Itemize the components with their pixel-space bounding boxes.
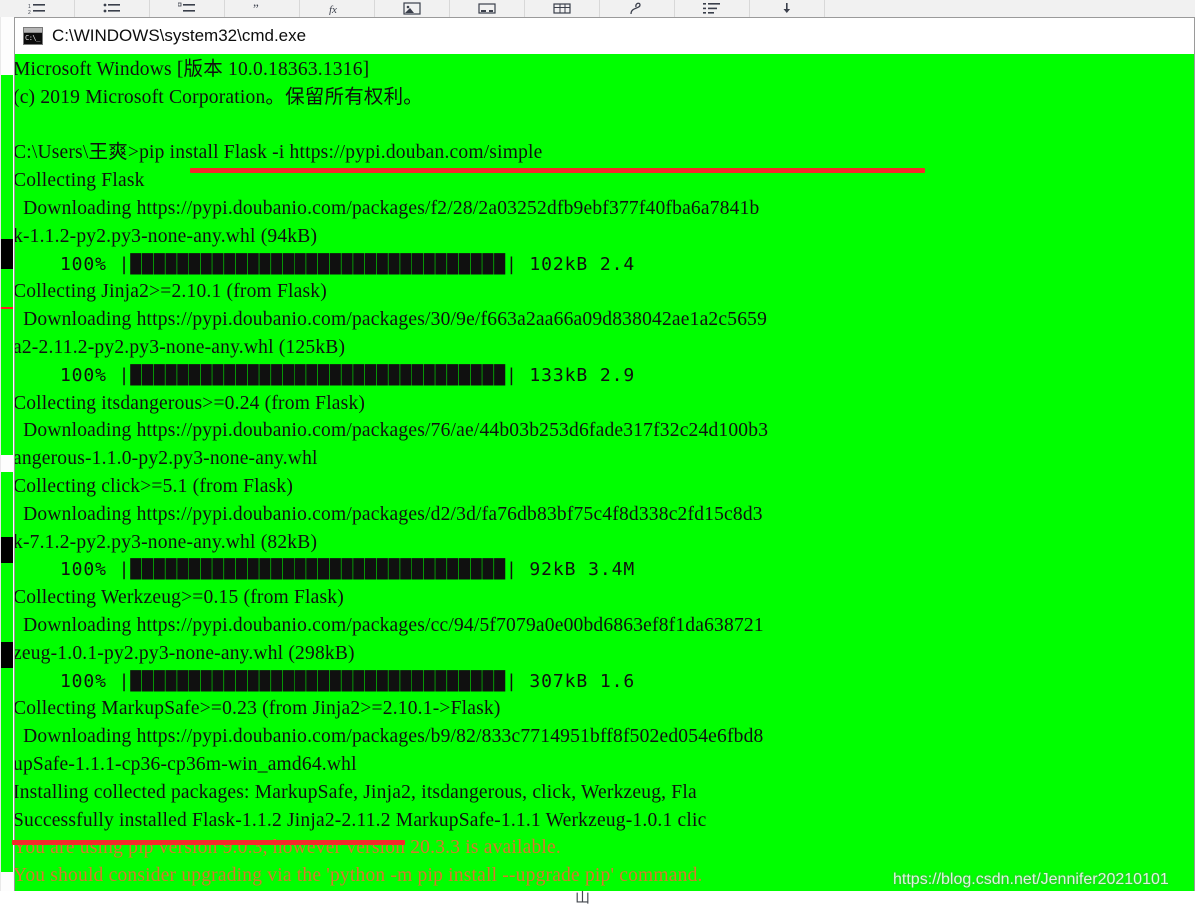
console-line: upSafe-1.1.1-cp36-cp36m-win_amd64.whl [15, 753, 357, 775]
outline-icon[interactable] [675, 0, 750, 17]
console-line: 100% |████████████████████████████████| … [15, 559, 636, 581]
svg-text:”: ” [253, 2, 259, 15]
document-editor-toolbar[interactable]: 12 ” fx [0, 0, 1195, 18]
formula-icon[interactable]: fx [300, 0, 375, 17]
console-line: Collecting itsdangerous>=0.24 (from Flas… [15, 392, 366, 414]
warning-red-underline-annotation [12, 840, 405, 845]
bulleted-list-icon[interactable] [75, 0, 150, 17]
svg-text:fx: fx [329, 4, 337, 15]
console-line: Downloading https://pypi.doubanio.com/pa… [15, 197, 760, 219]
console-line: Downloading https://pypi.doubanio.com/pa… [15, 614, 764, 636]
cmd-title-bar[interactable]: C:\_ C:\WINDOWS\system32\cmd.exe [15, 18, 1194, 54]
console-line: Collecting Werkzeug>=0.15 (from Flask) [15, 587, 344, 609]
console-line: k-7.1.2-py2.py3-none-any.whl (82kB) [15, 531, 318, 553]
strip-black-3 [1, 642, 13, 668]
strip-green-2 [1, 472, 13, 872]
insert-object-icon[interactable] [450, 0, 525, 17]
console-line: Microsoft Windows [版本 10.0.18363.1316] [15, 59, 370, 80]
console-line: 100% |████████████████████████████████| … [15, 253, 636, 275]
screenshot-root: 12 ” fx 山 C:\_ C:\WINDOWS\system32\cmd.e… [0, 0, 1195, 905]
console-line: Downloading https://pypi.doubanio.com/pa… [15, 726, 764, 748]
cmd-window-title: C:\WINDOWS\system32\cmd.exe [52, 26, 307, 45]
console-line: Collecting Flask [15, 170, 145, 192]
console-line: angerous-1.1.0-py2.py3-none-any.whl [15, 448, 318, 470]
console-line: Collecting MarkupSafe>=0.23 (from Jinja2… [15, 698, 501, 720]
console-line: k-1.1.2-py2.py3-none-any.whl (94kB) [15, 225, 318, 247]
console-text: Microsoft Windows [版本 10.0.18363.1316] (… [15, 56, 768, 890]
strip-black-1 [1, 239, 13, 269]
console-line: zeug-1.0.1-py2.py3-none-any.whl (298kB) [15, 642, 355, 664]
console-line: 100% |████████████████████████████████| … [15, 364, 636, 386]
console-line: a2-2.11.2-py2.py3-none-any.whl (125kB) [15, 336, 346, 358]
console-line: Collecting Jinja2>=2.10.1 (from Flask) [15, 281, 327, 303]
console-line: Downloading https://pypi.doubanio.com/pa… [15, 309, 768, 331]
strip-red-underline [1, 307, 13, 309]
pen-icon[interactable] [600, 0, 675, 17]
download-icon[interactable] [750, 0, 825, 17]
numbered-list-icon[interactable]: 12 [0, 0, 75, 17]
quote-icon[interactable]: ” [225, 0, 300, 17]
svg-text:2: 2 [28, 10, 31, 15]
table-icon[interactable] [525, 0, 600, 17]
multilevel-list-icon[interactable] [150, 0, 225, 17]
console-line: You should consider upgrading via the 'p… [15, 865, 703, 887]
image-icon[interactable] [375, 0, 450, 17]
csdn-watermark: https://blog.csdn.net/Jennifer20210101 [893, 871, 1169, 888]
console-line: (c) 2019 Microsoft Corporation。保留所有权利。 [15, 86, 424, 108]
console-line: Downloading https://pypi.doubanio.com/pa… [15, 420, 769, 442]
console-line: Successfully installed Flask-1.1.2 Jinja… [15, 809, 707, 831]
console-line: C:\Users\王爽>pip install Flask -i https:/… [15, 142, 543, 164]
console-line: 100% |████████████████████████████████| … [15, 670, 636, 692]
cmd-window[interactable]: C:\_ C:\WINDOWS\system32\cmd.exe Microso… [14, 17, 1195, 891]
background-window-bottom-edge: 山 [0, 890, 1195, 905]
background-window-left-edge [0, 17, 14, 905]
cmd-icon-screen: C:\_ [24, 33, 42, 44]
console-output-area[interactable]: Microsoft Windows [版本 10.0.18363.1316] (… [15, 54, 1194, 891]
command-red-underline-annotation [190, 168, 925, 173]
strip-black-2 [1, 537, 13, 563]
console-line: Collecting click>=5.1 (from Flask) [15, 475, 294, 497]
console-line: Downloading https://pypi.doubanio.com/pa… [15, 503, 763, 525]
console-line: Installing collected packages: MarkupSaf… [15, 781, 697, 803]
cmd-exe-icon: C:\_ [23, 27, 43, 45]
